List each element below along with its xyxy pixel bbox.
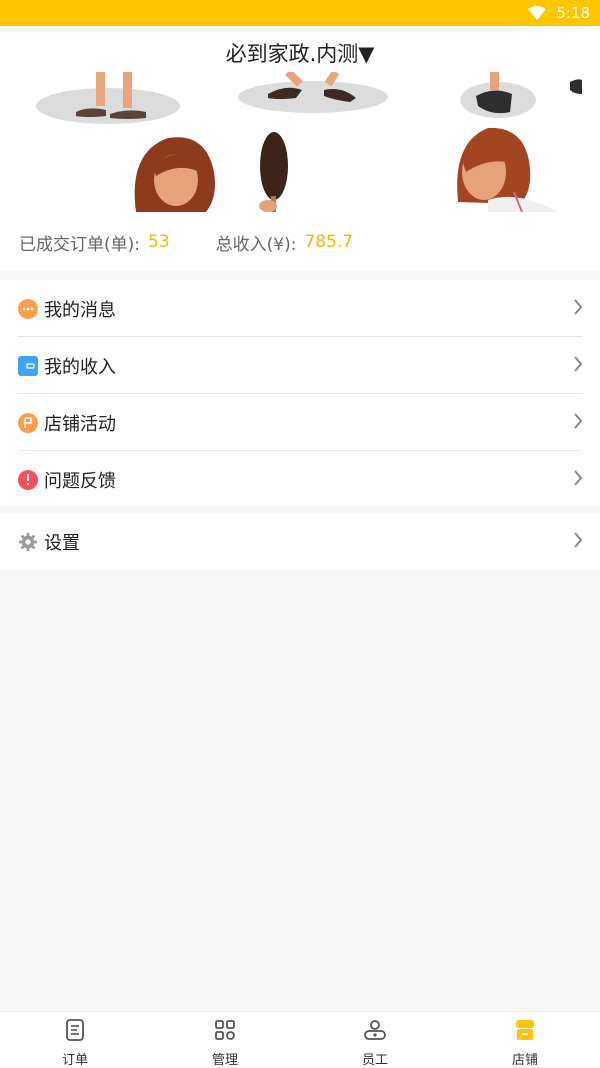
tab-label: 订单	[61, 1053, 88, 1068]
header: 必到家政.内测▼	[0, 26, 600, 214]
tab-label: 员工	[361, 1053, 388, 1068]
tab-manage[interactable]: 管理	[150, 1012, 300, 1068]
manage-icon	[213, 1018, 237, 1046]
order-icon	[63, 1018, 87, 1046]
banner-image	[18, 72, 582, 212]
income-value: 785.7	[304, 232, 354, 252]
status-bar: 5:18	[0, 0, 600, 26]
wifi-icon	[528, 6, 547, 20]
staff-icon	[363, 1018, 387, 1046]
exclamation-icon	[18, 469, 38, 490]
gear-icon	[18, 532, 38, 552]
income-label: 总收入(¥):	[215, 234, 297, 255]
menu-item-settings[interactable]: 设置	[0, 514, 600, 570]
menu-item-messages[interactable]: 我的消息	[0, 280, 600, 337]
chevron-right-icon	[573, 412, 583, 433]
chevron-right-icon	[573, 532, 583, 552]
tab-staff[interactable]: 员工	[300, 1012, 450, 1068]
chevron-right-icon	[573, 355, 583, 376]
menu-group-main: 我的消息 我的收入 店铺活动 问题反馈	[0, 280, 600, 506]
menu-item-income[interactable]: 我的收入	[0, 337, 600, 394]
flag-icon	[18, 412, 38, 433]
store-icon	[513, 1018, 537, 1046]
stats-row: 已成交订单(单): 53 总收入(¥): 785.7	[0, 214, 600, 270]
menu-item-label: 店铺活动	[44, 413, 116, 435]
message-icon	[18, 298, 38, 319]
menu-item-label: 我的收入	[44, 356, 116, 378]
menu-group-settings: 设置	[0, 514, 600, 570]
chevron-right-icon	[573, 298, 583, 319]
orders-value: 53	[148, 232, 170, 252]
wallet-icon	[18, 355, 38, 376]
menu-item-label: 我的消息	[44, 299, 116, 321]
bottom-tab-bar: 订单 管理 员工 店铺	[0, 1011, 600, 1068]
status-time: 5:18	[556, 4, 590, 22]
chevron-right-icon	[573, 469, 583, 490]
menu-item-label: 问题反馈	[44, 470, 116, 492]
tab-store[interactable]: 店铺	[450, 1012, 600, 1068]
menu-item-feedback[interactable]: 问题反馈	[0, 451, 600, 508]
orders-label: 已成交订单(单):	[19, 234, 140, 255]
page-title[interactable]: 必到家政.内测▼	[0, 38, 600, 68]
menu-item-store-activity[interactable]: 店铺活动	[0, 394, 600, 451]
tab-label: 管理	[211, 1053, 238, 1068]
tab-label: 店铺	[511, 1053, 538, 1068]
tab-orders[interactable]: 订单	[0, 1012, 150, 1068]
menu-item-label: 设置	[44, 533, 80, 554]
